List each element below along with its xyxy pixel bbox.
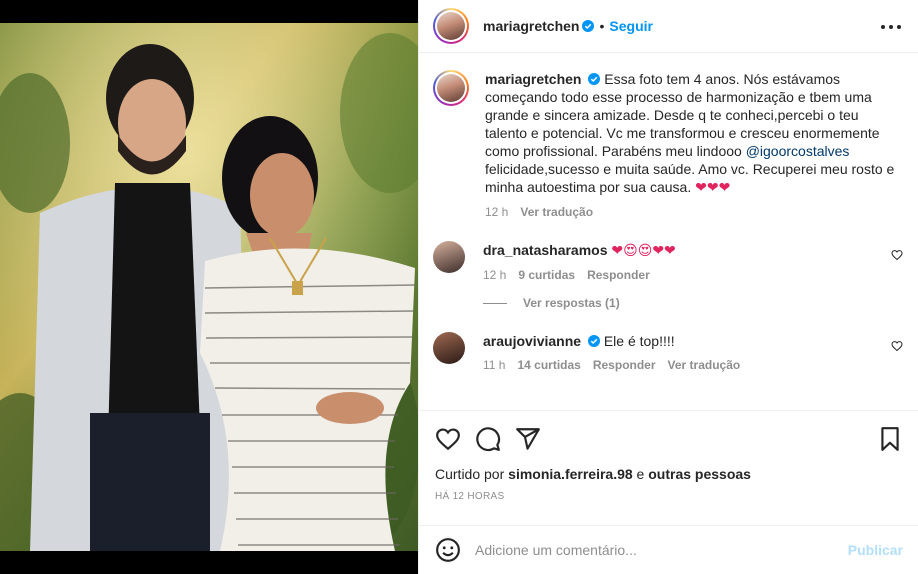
replies-line (483, 302, 507, 304)
comment-likes[interactable]: 9 curtidas (518, 268, 575, 282)
separator-dot: • (599, 18, 605, 34)
caption-avatar[interactable] (433, 70, 469, 106)
caption: mariagretchen Essa foto tem 4 anos. Nós … (433, 70, 905, 219)
instagram-post: mariagretchen • Seguir mariagretchen Ess… (0, 0, 918, 574)
comment-meta: 12 h 9 curtidas Responder (483, 268, 879, 282)
liker-username[interactable]: simonia.ferreira.98 (508, 466, 633, 482)
view-replies-button[interactable]: Ver respostas (1) (483, 296, 905, 310)
reply-button[interactable]: Responder (587, 268, 650, 282)
view-replies-label: Ver respostas (1) (523, 296, 620, 310)
comment-input[interactable] (475, 542, 848, 558)
caption-time[interactable]: 12 h (485, 205, 508, 219)
action-icons (435, 423, 903, 455)
add-comment-bar: Publicar (419, 525, 918, 574)
publish-button[interactable]: Publicar (848, 542, 903, 558)
comment-time[interactable]: 11 h (483, 358, 505, 372)
commenter-avatar[interactable] (433, 332, 465, 364)
commenter-username[interactable]: dra_natasharamos (483, 242, 608, 258)
mention-link[interactable]: @igoorcostalves (746, 143, 850, 159)
caption-username[interactable]: mariagretchen (485, 71, 581, 87)
caption-emojis: ❤❤❤ (695, 180, 731, 196)
comment-item: araujovivianne Ele é top!!!! 11 h 14 cur… (433, 332, 905, 372)
save-bookmark-icon[interactable] (877, 426, 903, 452)
comment-meta: 11 h 14 curtidas Responder Ver tradução (483, 358, 879, 372)
post-photo (0, 23, 418, 551)
story-ring[interactable] (433, 8, 469, 44)
verified-badge-icon (587, 335, 600, 347)
commenter-avatar[interactable] (433, 241, 465, 273)
post-panel: mariagretchen • Seguir mariagretchen Ess… (418, 0, 918, 574)
more-options-icon[interactable] (881, 18, 901, 36)
commenter-username[interactable]: araujovivianne (483, 333, 581, 349)
avatar (437, 12, 465, 40)
caption-body-2: felicidade,sucesso e muita saúde. Amo vc… (485, 161, 895, 195)
comment-time[interactable]: 12 h (483, 268, 506, 282)
post-timestamp[interactable]: HÁ 12 HORAS (435, 491, 903, 502)
share-send-icon[interactable] (515, 426, 541, 452)
author-username[interactable]: mariagretchen (483, 18, 579, 34)
post-header: mariagretchen • Seguir (419, 0, 918, 53)
likes-others-link[interactable]: outras pessoas (648, 466, 751, 482)
comment-bubble-icon[interactable] (475, 426, 501, 452)
verified-badge-icon (588, 73, 601, 85)
comment-body: ❤😍😍❤❤ (611, 243, 676, 259)
translate-button[interactable]: Ver tradução (520, 205, 593, 219)
comments-section[interactable]: mariagretchen Essa foto tem 4 anos. Nós … (419, 54, 918, 410)
comment-text: dra_natasharamos ❤😍😍❤❤ (483, 241, 879, 260)
comment-text: araujovivianne Ele é top!!!! (483, 332, 879, 350)
caption-meta: 12 h Ver tradução (485, 205, 895, 219)
translate-button[interactable]: Ver tradução (668, 358, 741, 372)
like-comment-heart-icon[interactable] (891, 340, 903, 352)
comment-body: Ele é top!!!! (603, 333, 675, 349)
post-actions: Curtido por simonia.ferreira.98 e outras… (419, 410, 918, 502)
reply-button[interactable]: Responder (593, 358, 656, 372)
likes-summary: Curtido por simonia.ferreira.98 e outras… (435, 466, 903, 482)
caption-text: mariagretchen Essa foto tem 4 anos. Nós … (485, 70, 895, 197)
avatar (437, 74, 465, 102)
comment-likes[interactable]: 14 curtidas (517, 358, 580, 372)
post-media[interactable] (0, 0, 418, 574)
follow-button[interactable]: Seguir (609, 18, 653, 34)
emoji-smile-icon[interactable] (435, 537, 461, 563)
likes-middle: e (632, 466, 649, 482)
likes-prefix: Curtido por (435, 466, 509, 482)
like-heart-icon[interactable] (435, 426, 461, 452)
comment-item: dra_natasharamos ❤😍😍❤❤ 12 h 9 curtidas R… (433, 241, 905, 282)
like-comment-heart-icon[interactable] (891, 249, 903, 261)
verified-badge-icon (582, 20, 595, 32)
